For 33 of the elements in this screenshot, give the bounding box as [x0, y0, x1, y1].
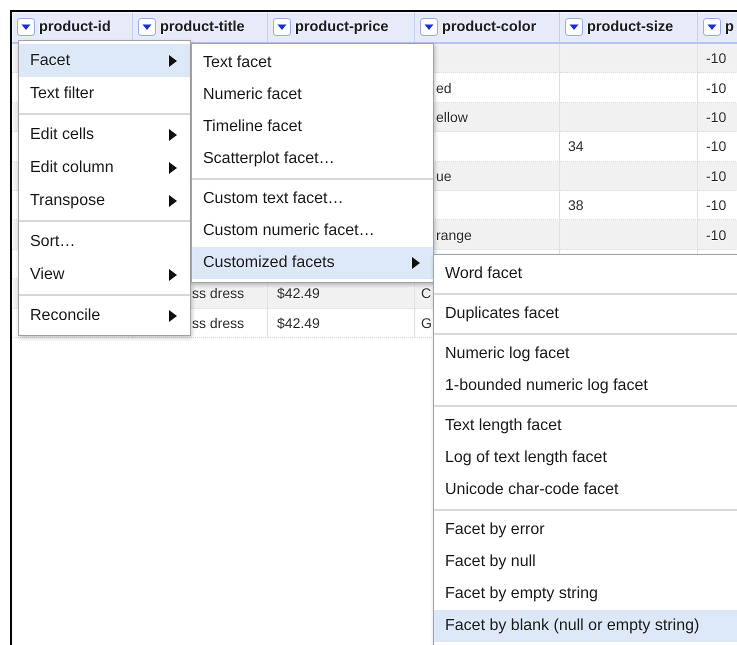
column-header: product-size: [587, 19, 674, 35]
column-header: product-title: [160, 19, 245, 35]
dropdown-icon[interactable]: [273, 18, 291, 36]
menu-item[interactable]: Unicode char-code facet: [434, 474, 737, 506]
column-header: product-id: [39, 19, 111, 35]
menu-item[interactable]: Facet by empty string: [434, 578, 737, 610]
table-cell: -10: [698, 102, 737, 132]
menu-item[interactable]: Sort…: [19, 225, 190, 258]
menu-item[interactable]: Edit cells: [19, 118, 190, 151]
dropdown-icon[interactable]: [703, 18, 721, 36]
dropdown-icon[interactable]: [420, 18, 438, 36]
table-cell: -10: [698, 220, 737, 250]
menu-item[interactable]: Text length facet: [434, 410, 737, 442]
menu-item[interactable]: Facet by error: [434, 514, 737, 546]
table-cell: $42.49: [268, 308, 415, 338]
dropdown-icon[interactable]: [138, 18, 156, 36]
menu-item[interactable]: Text filter: [19, 77, 190, 110]
menu-item[interactable]: Customized facets: [192, 247, 433, 279]
menu-item[interactable]: Log of text length facet: [434, 442, 737, 474]
column-header: product-price: [295, 19, 388, 35]
menu-item[interactable]: Facet by null: [434, 546, 737, 578]
table-cell: -10: [698, 162, 737, 191]
menu-item[interactable]: Numeric log facet: [434, 338, 737, 370]
menu-item[interactable]: 1-bounded numeric log facet: [434, 370, 737, 402]
column-header: p: [725, 19, 734, 35]
table-cell: -10: [698, 44, 737, 74]
menu-item[interactable]: Facet by blank (null or empty string): [434, 610, 737, 642]
column-header: product-color: [442, 19, 536, 35]
menu-item[interactable]: Transpose: [19, 184, 190, 217]
dropdown-icon[interactable]: [17, 18, 35, 36]
dropdown-icon[interactable]: [565, 18, 583, 36]
menu-item[interactable]: Facet: [19, 44, 190, 77]
menu-item[interactable]: Edit column: [19, 151, 190, 184]
